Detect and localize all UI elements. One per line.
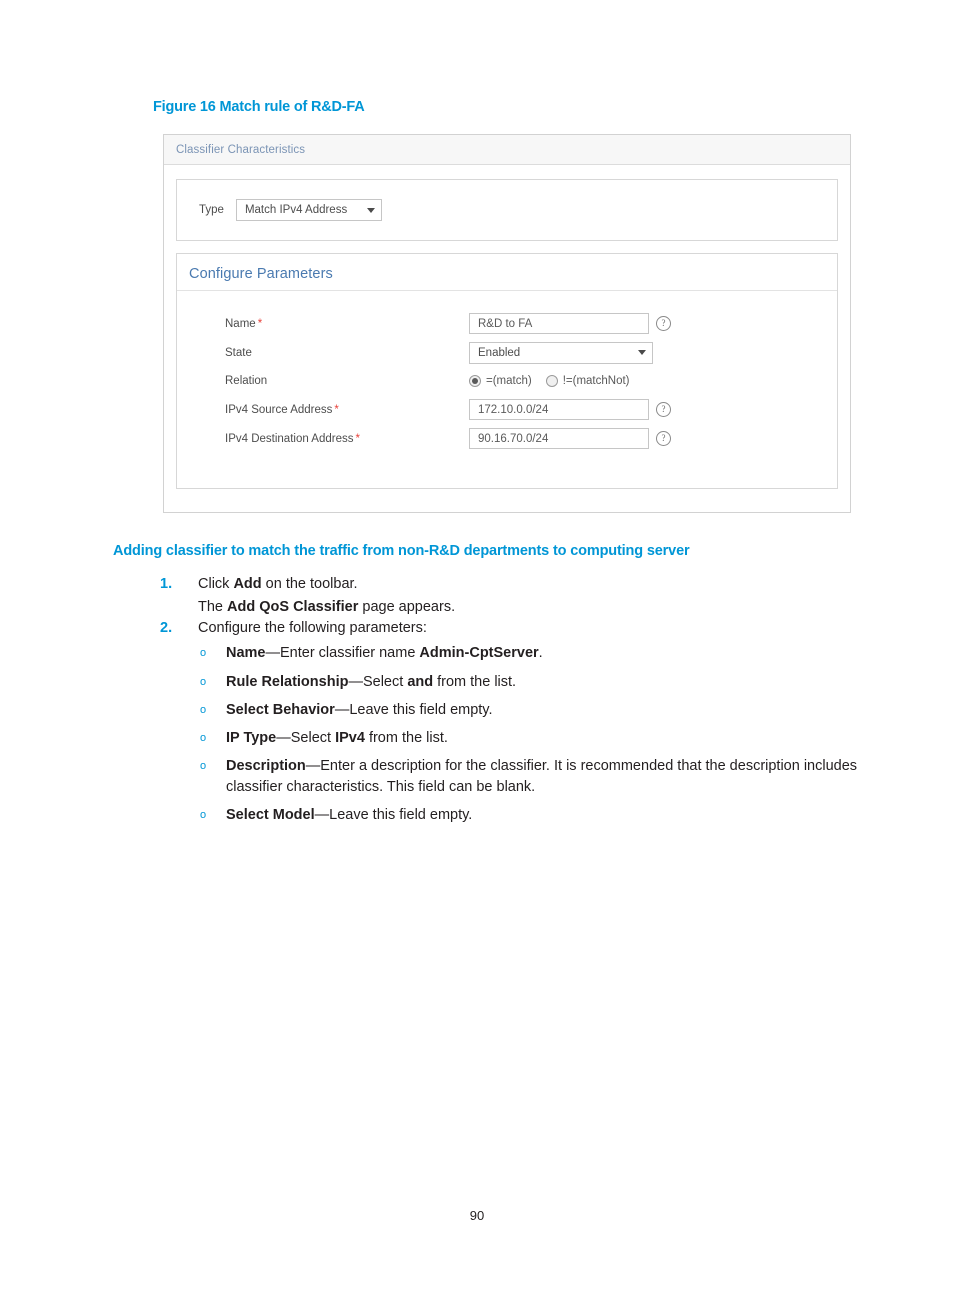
parameters-form: Name * R&D to FA ? State Enabled Relatio… [177, 291, 837, 453]
bullet-sep: —Leave this field empty. [334, 701, 493, 718]
parameters-bullet-list: o Name—Enter classifier name Admin-CptSe… [200, 643, 860, 826]
bullet-tail: from the list. [364, 729, 448, 746]
step-body: Click Add on the toolbar. The Add QoS Cl… [198, 574, 860, 618]
bullet-marker-icon: o [200, 809, 207, 822]
bullet-text: Name—Enter classifier name Admin-CptServ… [226, 643, 860, 664]
type-section: Type Match IPv4 Address [176, 179, 838, 241]
section-heading: Adding classifier to match the traffic f… [113, 543, 690, 559]
name-input-value: R&D to FA [478, 317, 533, 330]
panel-body: Type Match IPv4 Address Configure Parame… [164, 165, 850, 501]
relation-radio-group: =(match) !=(matchNot) [469, 375, 644, 387]
ipv4-destination-input-value: 90.16.70.0/24 [478, 432, 549, 445]
type-select-value: Match IPv4 Address [244, 204, 348, 216]
bullet-marker-icon: o [200, 675, 207, 688]
panel-header-title: Classifier Characteristics [176, 143, 306, 156]
step-text-bold: Add [233, 576, 262, 592]
form-row-name: Name * R&D to FA ? [225, 309, 837, 338]
bullet-term: Select Model [226, 807, 315, 824]
bullet-sep: —Select [348, 673, 408, 690]
subline-after: page appears. [358, 599, 456, 616]
step-1: 1. Click Add on the toolbar. The Add QoS… [160, 574, 860, 618]
name-label: Name * [225, 317, 263, 330]
ipv4-source-label: IPv4 Source Address * [225, 403, 339, 416]
type-label: Type [199, 204, 224, 216]
bullet-term: Name [226, 645, 266, 662]
bullet-marker-icon: o [200, 647, 207, 660]
configure-parameters-title: Configure Parameters [189, 266, 333, 282]
bullet-value: and [407, 673, 434, 690]
bullet-term: Rule Relationship [226, 673, 349, 690]
form-row-relation: Relation =(match) !=(matchNot) [225, 367, 837, 395]
form-row-state: State Enabled [225, 338, 837, 367]
radio-icon[interactable] [469, 375, 481, 387]
step-1-subline: The Add QoS Classifier page appears. [198, 597, 860, 618]
bullet-term: IP Type [226, 729, 277, 746]
bullet-tail: from the list. [433, 673, 517, 690]
ipv4-destination-label: IPv4 Destination Address * [225, 432, 360, 445]
step-2: 2. Configure the following parameters: [160, 618, 860, 639]
relation-option-matchnot-label: !=(matchNot) [562, 375, 630, 387]
bullet-sep: —Leave this field empty. [314, 807, 473, 824]
bullet-term: Select Behavior [226, 701, 335, 718]
state-label: State [225, 346, 252, 359]
step-body: Configure the following parameters: [198, 620, 427, 637]
list-item: o IP Type—Select IPv4 from the list. [200, 728, 860, 749]
help-icon[interactable]: ? [656, 431, 671, 446]
panel-header: Classifier Characteristics [164, 135, 850, 165]
step-text-after: on the toolbar. [261, 576, 358, 592]
bullet-sep: —Select [276, 729, 336, 746]
relation-option-match[interactable]: =(match) [469, 375, 532, 387]
required-marker: * [334, 403, 339, 416]
list-item: o Name—Enter classifier name Admin-CptSe… [200, 643, 860, 664]
chevron-down-icon [638, 350, 646, 355]
bullet-text: Select Behavior—Leave this field empty. [226, 700, 860, 721]
bullet-value: Admin-CptServer [419, 645, 539, 662]
list-item: o Select Behavior—Leave this field empty… [200, 700, 860, 721]
list-item: o Description—Enter a description for th… [200, 756, 860, 798]
bullet-sep: —Enter classifier name [265, 645, 420, 662]
help-icon[interactable]: ? [656, 316, 671, 331]
chevron-down-icon [366, 207, 375, 213]
name-input[interactable]: R&D to FA [469, 313, 649, 334]
form-row-ipv4-destination: IPv4 Destination Address * 90.16.70.0/24 … [225, 424, 837, 453]
configure-parameters-section: Configure Parameters Name * R&D to FA ? S… [176, 253, 838, 489]
state-select[interactable]: Enabled [469, 341, 653, 364]
ipv4-source-input-value: 172.10.0.0/24 [478, 403, 549, 416]
relation-option-matchnot[interactable]: !=(matchNot) [545, 375, 630, 387]
bullet-marker-icon: o [200, 760, 207, 773]
subline-before: The [198, 599, 228, 616]
figure-caption: Figure 16 Match rule of R&D-FA [153, 99, 365, 115]
subline-bold: Add QoS Classifier [227, 599, 359, 616]
help-icon[interactable]: ? [656, 402, 671, 417]
bullet-marker-icon: o [200, 731, 207, 744]
steps-list: 1. Click Add on the toolbar. The Add QoS… [160, 574, 860, 834]
form-row-ipv4-source: IPv4 Source Address * 172.10.0.0/24 ? [225, 395, 837, 424]
bullet-term: Description [226, 758, 306, 775]
bullet-value: IPv4 [335, 729, 365, 746]
page-number: 90 [469, 1208, 485, 1223]
ipv4-destination-input[interactable]: 90.16.70.0/24 [469, 428, 649, 449]
relation-option-match-label: =(match) [486, 375, 532, 387]
type-select[interactable]: Match IPv4 Address [235, 199, 382, 221]
ipv4-source-input[interactable]: 172.10.0.0/24 [469, 399, 649, 420]
bullet-text: Description—Enter a description for the … [226, 756, 860, 798]
step-text-before: Click [198, 576, 234, 592]
bullet-sep: —Enter a description for the classifier.… [226, 758, 858, 796]
radio-icon[interactable] [545, 375, 558, 387]
step-number: 1. [160, 576, 173, 592]
bullet-marker-icon: o [200, 703, 207, 716]
required-marker: * [257, 317, 263, 330]
step-number: 2. [160, 620, 173, 637]
state-select-value: Enabled [478, 346, 521, 359]
bullet-text: IP Type—Select IPv4 from the list. [226, 728, 860, 749]
list-item: o Select Model—Leave this field empty. [200, 805, 860, 826]
classifier-screenshot: Classifier Characteristics Type Match IP… [163, 134, 851, 513]
configure-parameters-header: Configure Parameters [177, 254, 837, 291]
required-marker: * [355, 432, 360, 445]
relation-label: Relation [225, 375, 268, 387]
list-item: o Rule Relationship—Select and from the … [200, 672, 860, 693]
bullet-text: Select Model—Leave this field empty. [226, 805, 860, 826]
bullet-text: Rule Relationship—Select and from the li… [226, 672, 860, 693]
bullet-tail: . [538, 645, 543, 662]
